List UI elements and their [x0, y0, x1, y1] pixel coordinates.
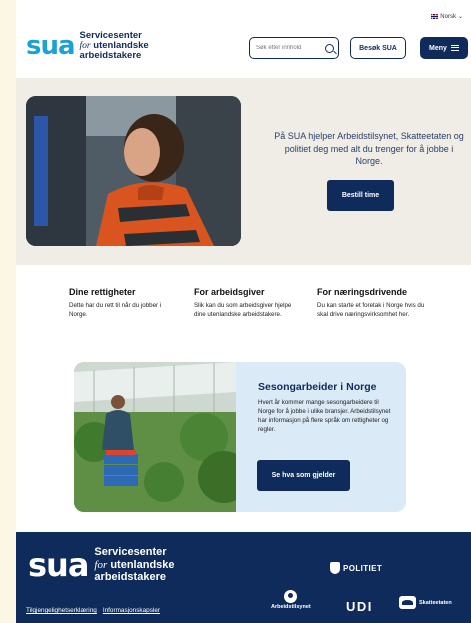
language-label: Norsk	[440, 13, 456, 20]
feature-text: Dette har du rett til når du jobber i No…	[69, 302, 162, 318]
feature-title[interactable]: Dine rettigheter	[69, 287, 179, 297]
politiet-label: POLITIET	[343, 563, 383, 573]
search-icon[interactable]	[325, 43, 334, 53]
logo-mark: sua	[26, 31, 76, 61]
footer-links: Tilgjengelighetserklæring Informasjonska…	[26, 607, 160, 614]
arbeidstilsynet-logo-icon	[284, 590, 298, 603]
feature-title[interactable]: For næringsdrivende	[317, 287, 427, 297]
footer-logo-text: Servicesenter for utenlandske arbeidstak…	[94, 546, 174, 584]
skatteetaten-label: Skatteetaten	[419, 599, 452, 606]
footer-logo-line-2-italic: for	[94, 558, 108, 571]
hero-photo-illustration	[26, 96, 241, 246]
search-input[interactable]	[256, 45, 322, 51]
footer-logo-line-3: arbeidstakere	[94, 571, 166, 583]
feature-text: Du kan starte et foretak i Norge hvis du…	[317, 302, 425, 318]
seasonal-worker-card: Sesongarbeider i Norge Hvert år kommer m…	[74, 362, 406, 512]
logo-line-3: arbeidstakere	[79, 50, 142, 61]
police-shield-icon	[330, 562, 340, 574]
partner-politiet[interactable]: POLITIET	[330, 562, 382, 574]
feature-for-employer[interactable]: For arbeidsgiver Slik kan du som arbeids…	[194, 287, 304, 320]
footer-logo-line-1: Servicesenter	[94, 546, 167, 558]
seasonal-text: Hvert år kommer mange sesongarbeidere ti…	[258, 399, 391, 433]
search-box	[249, 37, 339, 59]
footer-sua-logo[interactable]: sua Servicesenter for utenlandske arbeid…	[28, 546, 175, 584]
arbeidstilsynet-label: Arbeidstilsynet	[271, 604, 311, 610]
hamburger-icon	[450, 45, 459, 51]
menu-label: Meny	[429, 44, 447, 52]
greenhouse-illustration	[74, 362, 250, 512]
partner-skatteetaten[interactable]: Skatteetaten	[399, 596, 452, 609]
sua-logo-link[interactable]: sua Servicesenter for utenlandske arbeid…	[26, 31, 149, 61]
page: Norsk ⌄ sua Servicesenter for utenlandsk…	[16, 0, 471, 623]
language-selector[interactable]: Norsk ⌄	[431, 13, 463, 20]
footer-logo-mark: sua	[28, 545, 89, 584]
book-appointment-button[interactable]: Bestill time	[327, 180, 394, 211]
feature-self-employed[interactable]: For næringsdrivende Du kan starte et for…	[317, 287, 427, 320]
hero-photo	[26, 96, 241, 246]
greenhouse-photo	[74, 362, 250, 512]
chevron-down-icon: ⌄	[457, 14, 463, 20]
hero-section: På SUA hjelper Arbeidstilsynet, Skatteet…	[16, 78, 471, 265]
menu-button[interactable]: Meny	[420, 37, 468, 59]
skatteetaten-logo-icon	[399, 596, 416, 609]
norway-flag-icon	[431, 14, 439, 19]
feature-title[interactable]: For arbeidsgiver	[194, 287, 304, 297]
hero-text: På SUA hjelper Arbeidstilsynet, Skatteet…	[274, 131, 464, 166]
visit-sua-button[interactable]: Besøk SUA	[350, 37, 406, 59]
accessibility-statement-link[interactable]: Tilgjengelighetserklæring	[26, 607, 97, 614]
feature-your-rights[interactable]: Dine rettigheter Dette har du rett til n…	[69, 287, 179, 320]
seasonal-title: Sesongarbeider i Norge	[258, 381, 377, 393]
partner-arbeidstilsynet[interactable]: Arbeidstilsynet	[271, 590, 311, 610]
cookies-link[interactable]: Informasjonskapsler	[103, 607, 160, 614]
feature-text: Slik kan du som arbeidsgiver hjelpe dine…	[194, 302, 292, 318]
footer: sua Servicesenter for utenlandske arbeid…	[16, 532, 471, 623]
partner-udi[interactable]: UDI	[346, 599, 373, 614]
see-rules-button[interactable]: Se hva som gjelder	[257, 460, 350, 491]
logo-text: Servicesenter for utenlandske arbeidstak…	[80, 31, 149, 61]
footer-logo-line-2: utenlandske	[110, 558, 175, 571]
udi-label: UDI	[346, 599, 373, 614]
